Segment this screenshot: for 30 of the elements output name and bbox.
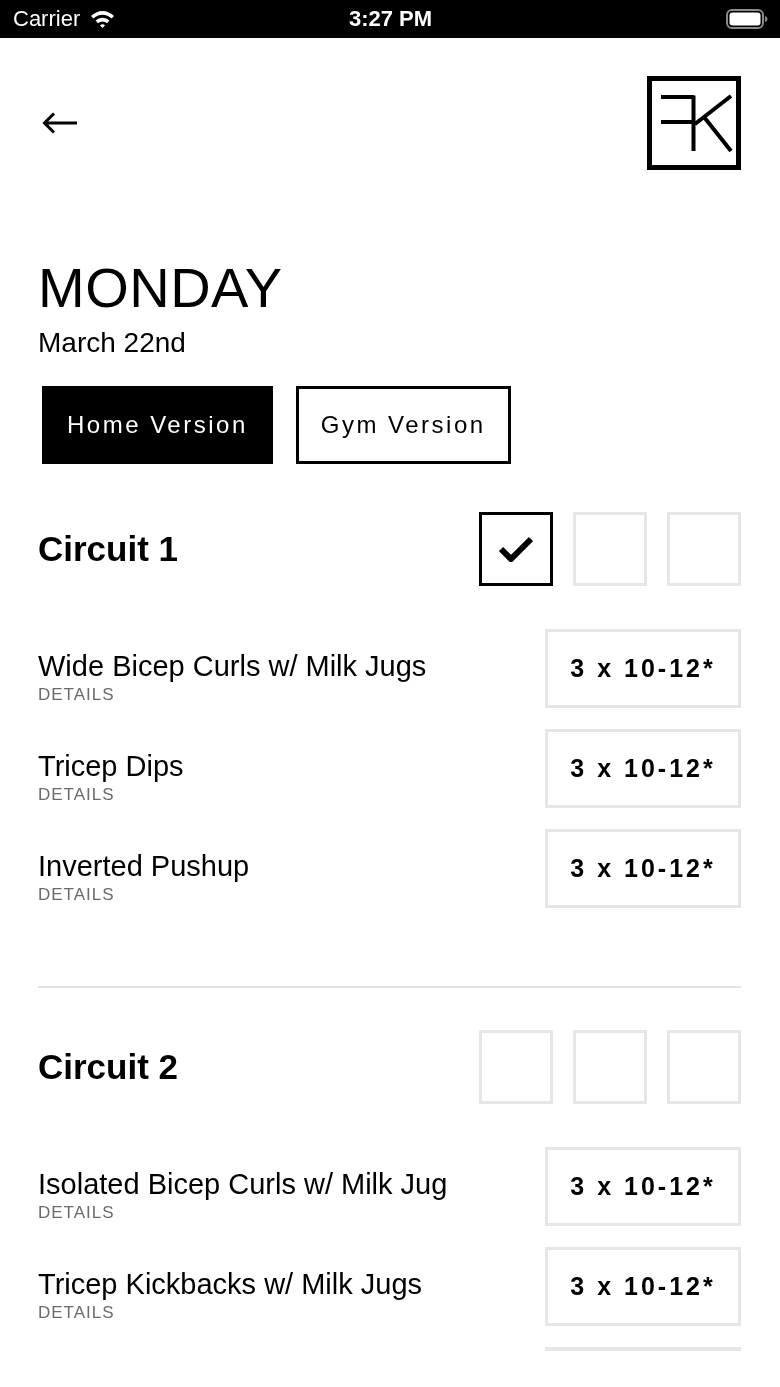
back-button[interactable]	[42, 112, 78, 134]
exercise-name: Tricep Dips	[38, 749, 184, 783]
version-tab[interactable]: Gym Version	[295, 386, 511, 464]
version-tab[interactable]: Home Version	[42, 386, 273, 464]
reps-box: 3 x 10-12*	[545, 629, 741, 708]
reps-box: 3 x 10-12*	[545, 729, 741, 808]
carrier-label: Carrier	[13, 6, 81, 32]
details-link[interactable]: DETAILS	[38, 685, 115, 705]
details-link[interactable]: DETAILS	[38, 885, 115, 905]
battery-icon	[726, 9, 768, 29]
round-checkbox[interactable]	[479, 512, 553, 586]
back-arrow-icon	[42, 112, 78, 134]
status-time: 3:27 PM	[348, 6, 433, 32]
logo-icon	[647, 76, 741, 170]
exercise-name: Wide Bicep Curls w/ Milk Jugs	[38, 649, 427, 683]
exercise-name: Isolated Bicep Curls w/ Milk Jug	[38, 1167, 448, 1201]
details-link[interactable]: DETAILS	[38, 785, 115, 805]
date-label: March 22nd	[38, 326, 186, 360]
reps-box: 3 x 10-12*	[545, 829, 741, 908]
day-title: MONDAY	[38, 256, 283, 320]
details-link[interactable]: DETAILS	[38, 1303, 115, 1323]
circuit-title: Circuit 2	[38, 1046, 179, 1088]
checkmark-icon	[499, 536, 533, 562]
reps-box: 3 x 10-12*	[545, 1147, 741, 1226]
exercise-name: Tricep Kickbacks w/ Milk Jugs	[38, 1267, 423, 1301]
reps-box: 3 x 10-12*	[545, 1247, 741, 1326]
details-link[interactable]: DETAILS	[38, 1203, 115, 1223]
circuit-title: Circuit 1	[38, 528, 179, 570]
wifi-icon	[90, 9, 116, 29]
exercise-name: Inverted Pushup	[38, 849, 250, 883]
